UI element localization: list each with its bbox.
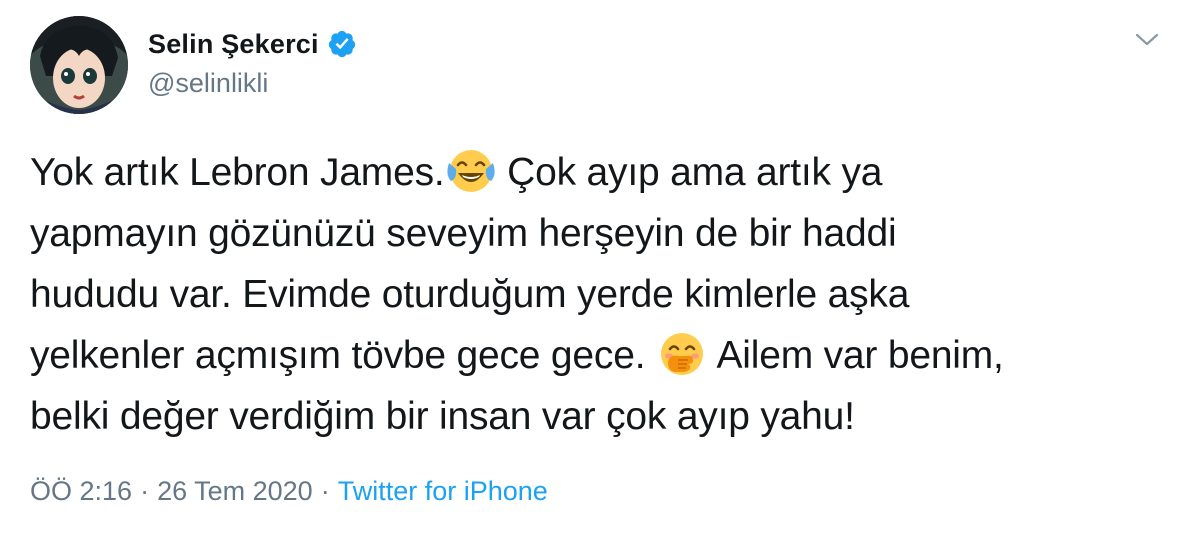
- tweet-text: Yok artık Lebron James. Çok ayıp ama art…: [30, 142, 1160, 447]
- tweet-text-segment: Yok artık Lebron James.: [30, 151, 445, 194]
- meta-separator: ·: [140, 476, 150, 506]
- tweet-line: yapmayın gözünüzü seveyim herşeyin de bi…: [30, 203, 1160, 264]
- tweet-date[interactable]: 26 Tem 2020: [157, 476, 313, 506]
- tweet-time[interactable]: ÖÖ 2:16: [30, 476, 132, 506]
- tweet-header: Selin Şekerci @selinlikli: [148, 26, 357, 99]
- tweet-card: Selin Şekerci @selinlikli Yok artık Lebr…: [0, 0, 1188, 538]
- tweet-text-segment: yelkenler açmışım tövbe gece gece.: [30, 334, 656, 377]
- tweet-line: yelkenler açmışım tövbe gece gece. Ailem…: [30, 325, 1160, 386]
- hand-over-mouth-emoji: [656, 328, 708, 380]
- tears-of-joy-emoji: [445, 145, 497, 197]
- display-name[interactable]: Selin Şekerci: [148, 29, 319, 60]
- tweet-text-segment: yapmayın gözünüzü seveyim herşeyin de bi…: [30, 212, 897, 255]
- name-row: Selin Şekerci: [148, 26, 357, 62]
- tweet-text-segment: Ailem var benim,: [707, 334, 1004, 377]
- tweet-source-link[interactable]: Twitter for iPhone: [338, 476, 548, 506]
- tweet-text-segment: belki değer verdiğim bir insan var çok a…: [30, 395, 855, 438]
- tweet-line: belki değer verdiğim bir insan var çok a…: [30, 386, 1160, 447]
- tweet-line: hududu var. Evimde oturduğum yerde kimle…: [30, 264, 1160, 325]
- handle[interactable]: @selinlikli: [148, 68, 357, 99]
- chevron-down-icon[interactable]: [1132, 28, 1162, 52]
- avatar[interactable]: [30, 16, 128, 114]
- tweet-line: Yok artık Lebron James. Çok ayıp ama art…: [30, 142, 1160, 203]
- tweet-text-segment: hududu var. Evimde oturduğum yerde kimle…: [30, 273, 910, 316]
- tweet-meta: ÖÖ 2:16 · 26 Tem 2020 · Twitter for iPhone: [30, 476, 548, 507]
- meta-separator: ·: [320, 476, 330, 506]
- verified-badge-icon: [327, 29, 357, 59]
- tweet-text-segment: Çok ayıp ama artık ya: [496, 151, 883, 194]
